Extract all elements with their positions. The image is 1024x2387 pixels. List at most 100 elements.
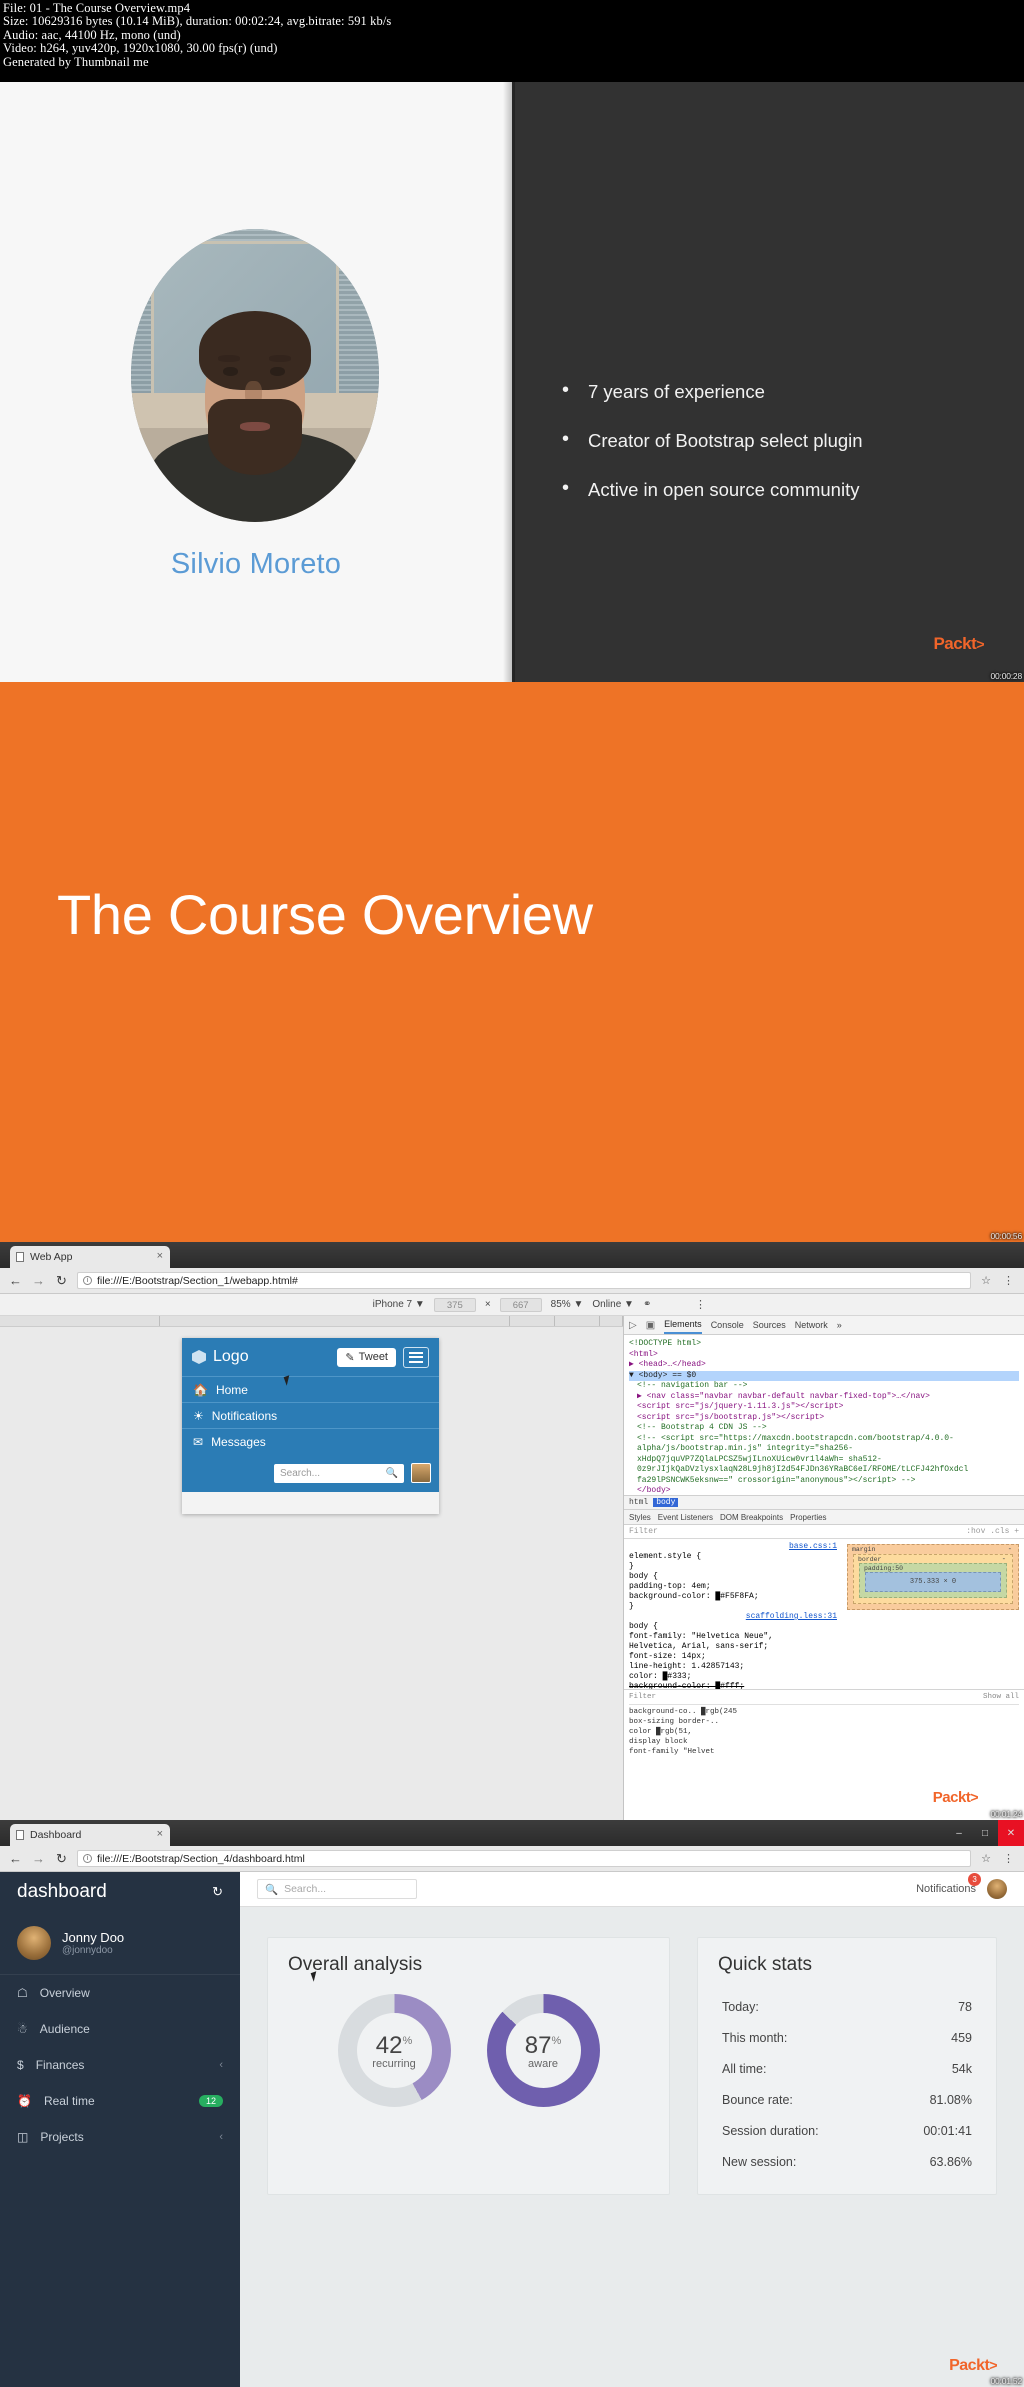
- tab-dom-breakpoints[interactable]: DOM Breakpoints: [720, 1513, 783, 1522]
- browser-tab[interactable]: Web App ×: [10, 1246, 170, 1268]
- info-icon: i: [83, 1854, 92, 1863]
- tab-network[interactable]: Network: [795, 1320, 828, 1330]
- computed-row: color █rgb(51,: [629, 1728, 693, 1736]
- code-line[interactable]: ▶ <head>…</head>: [629, 1360, 1019, 1371]
- address-bar[interactable]: i file:///E:/Bootstrap/Section_4/dashboa…: [77, 1850, 972, 1867]
- table-row: New session: 63.86%: [720, 2147, 974, 2176]
- webapp-logo[interactable]: Logo: [192, 1348, 249, 1366]
- search-input[interactable]: Search... 🔍: [274, 1463, 404, 1483]
- close-icon[interactable]: ×: [157, 1828, 163, 1840]
- rotate-icon[interactable]: ⚭: [643, 1299, 651, 1310]
- tab-sources[interactable]: Sources: [753, 1320, 786, 1330]
- panel-divider-shadow: [503, 82, 515, 682]
- styles-filter-input[interactable]: Filter: [629, 1527, 658, 1536]
- webapp-nav-home[interactable]: 🏠 Home: [182, 1376, 439, 1402]
- device-width-input[interactable]: 375: [433, 1297, 476, 1312]
- throttle-selector[interactable]: Online ▼: [592, 1299, 634, 1310]
- dashboard-brand-label: dashboard: [17, 1881, 107, 1902]
- rule-source-link[interactable]: scaffolding.less:31: [629, 1612, 837, 1622]
- device-menu-kebab-icon[interactable]: ⋮: [695, 1298, 706, 1311]
- inspect-element-icon[interactable]: ▷: [629, 1320, 637, 1331]
- forward-button[interactable]: →: [31, 1851, 46, 1866]
- tweet-button[interactable]: ✎ Tweet: [337, 1347, 396, 1367]
- breadcrumb-body[interactable]: body: [653, 1498, 679, 1507]
- close-button[interactable]: ✕: [998, 1820, 1024, 1846]
- code-line: <!DOCTYPE html>: [629, 1339, 702, 1348]
- sidebar-item-overview[interactable]: ☖ Overview: [0, 1975, 240, 2011]
- tab-properties[interactable]: Properties: [790, 1513, 826, 1522]
- styles-filter-toggles[interactable]: :hov .cls +: [966, 1527, 1019, 1536]
- dashboard-user-card[interactable]: Jonny Doo @jonnydoo: [0, 1912, 240, 1975]
- webapp-nav-notifications[interactable]: ☀ Notifications: [182, 1402, 439, 1428]
- css-line: }: [629, 1562, 634, 1571]
- reload-button[interactable]: ↻: [54, 1851, 69, 1867]
- back-button[interactable]: ←: [8, 1273, 23, 1288]
- table-row: Session duration: 00:01:41: [720, 2116, 974, 2145]
- tab-console[interactable]: Console: [711, 1320, 744, 1330]
- code-line[interactable]: ▶ <nav class="navbar navbar-default navb…: [629, 1392, 1019, 1403]
- search-input[interactable]: 🔍 Search...: [257, 1879, 417, 1899]
- card-overall-analysis: Overall analysis 42% recurring 87% aware: [267, 1937, 670, 2195]
- refresh-icon[interactable]: ↻: [212, 1884, 223, 1900]
- webapp-logo-label: Logo: [213, 1348, 249, 1365]
- device-selector[interactable]: iPhone 7 ▼: [373, 1299, 425, 1310]
- sidebar-item-audience[interactable]: ☃ Audience: [0, 2011, 240, 2047]
- thumbnail-frame-devtools: Web App × ← → ↻ i file:///E:/Bootstrap/S…: [0, 1242, 1024, 1820]
- tab-elements[interactable]: Elements: [664, 1316, 702, 1334]
- sidebar-item-label: Audience: [39, 2022, 90, 2036]
- device-toggle-icon[interactable]: ▣: [646, 1320, 655, 1331]
- course-title: The Course Overview: [57, 883, 593, 946]
- slide-left-panel: Silvio Moreto: [0, 82, 512, 682]
- computed-row: box-sizing border-..: [629, 1718, 720, 1726]
- sidebar-item-projects[interactable]: ◫ Projects ‹: [0, 2119, 240, 2155]
- notifications-area[interactable]: Notifications 3: [916, 1873, 1007, 1899]
- donut-value: 42%: [375, 2031, 413, 2059]
- tab-overflow[interactable]: »: [837, 1320, 842, 1330]
- computed-filter-input[interactable]: Filter: [629, 1692, 656, 1702]
- back-button[interactable]: ←: [8, 1851, 23, 1866]
- tab-styles[interactable]: Styles: [629, 1513, 651, 1522]
- stat-value: 00:01:41: [923, 2123, 972, 2138]
- bell-icon: ☀: [193, 1408, 204, 1423]
- box-model-diagram: margin - border - padding:50 375.333 × 0: [842, 1539, 1024, 1689]
- browser-tab[interactable]: Dashboard ×: [10, 1824, 170, 1846]
- show-all-checkbox[interactable]: Show all: [983, 1692, 1019, 1702]
- styles-tabbar: Styles Event Listeners DOM Breakpoints P…: [624, 1510, 1024, 1525]
- css-line: background-color: █#F5F8FA;: [629, 1592, 759, 1601]
- user-name: Jonny Doo: [62, 1930, 125, 1945]
- avatar[interactable]: [987, 1879, 1007, 1899]
- device-height-input[interactable]: 667: [499, 1297, 542, 1312]
- hexagon-icon: [192, 1350, 206, 1364]
- devtools-panel: ▷ ▣ Elements Console Sources Network » <…: [623, 1316, 1024, 1820]
- breadcrumb-html[interactable]: html: [629, 1498, 648, 1507]
- bookmark-star-icon[interactable]: ☆: [979, 1852, 993, 1865]
- avatar[interactable]: [411, 1463, 431, 1483]
- bookmark-star-icon[interactable]: ☆: [979, 1274, 993, 1287]
- donut-chart-recurring: 42% recurring: [337, 1994, 451, 2107]
- sidebar-item-real-time[interactable]: ⏰ Real time 12: [0, 2083, 240, 2119]
- hamburger-menu-icon[interactable]: [403, 1346, 429, 1368]
- avatar: [17, 1926, 51, 1960]
- code-line-selected[interactable]: ▼ <body> == $0: [629, 1370, 1019, 1381]
- forward-button[interactable]: →: [31, 1273, 46, 1288]
- minimize-button[interactable]: –: [946, 1820, 972, 1846]
- zoom-selector[interactable]: 85% ▼: [551, 1299, 584, 1310]
- webapp-nav-messages[interactable]: ✉ Messages: [182, 1428, 439, 1454]
- close-icon[interactable]: ×: [157, 1250, 163, 1262]
- envelope-icon: ✉: [193, 1434, 204, 1449]
- sidebar-item-finances[interactable]: $ Finances ‹: [0, 2047, 240, 2083]
- list-item: 7 years of experience: [560, 379, 990, 402]
- menu-kebab-icon[interactable]: ⋮: [1001, 1274, 1016, 1287]
- tab-event-listeners[interactable]: Event Listeners: [658, 1513, 713, 1522]
- address-bar[interactable]: i file:///E:/Bootstrap/Section_1/webapp.…: [77, 1272, 972, 1289]
- browser-body: Logo ✎ Tweet 🏠 Home ☀ Notifications ✉ Me…: [0, 1316, 1024, 1820]
- reload-button[interactable]: ↻: [54, 1273, 69, 1289]
- computed-row: font-family "Helvet: [629, 1748, 715, 1756]
- menu-kebab-icon[interactable]: ⋮: [1001, 1852, 1016, 1865]
- sidebar-item-label: Finances: [35, 2058, 85, 2072]
- browser-tabstrip: Web App ×: [0, 1242, 1024, 1268]
- maximize-button[interactable]: □: [972, 1820, 998, 1846]
- donut-chart-row: 42% recurring 87% aware: [288, 1990, 649, 2117]
- rule-source-link[interactable]: base.css:1: [629, 1542, 837, 1552]
- tweet-label: Tweet: [358, 1351, 388, 1363]
